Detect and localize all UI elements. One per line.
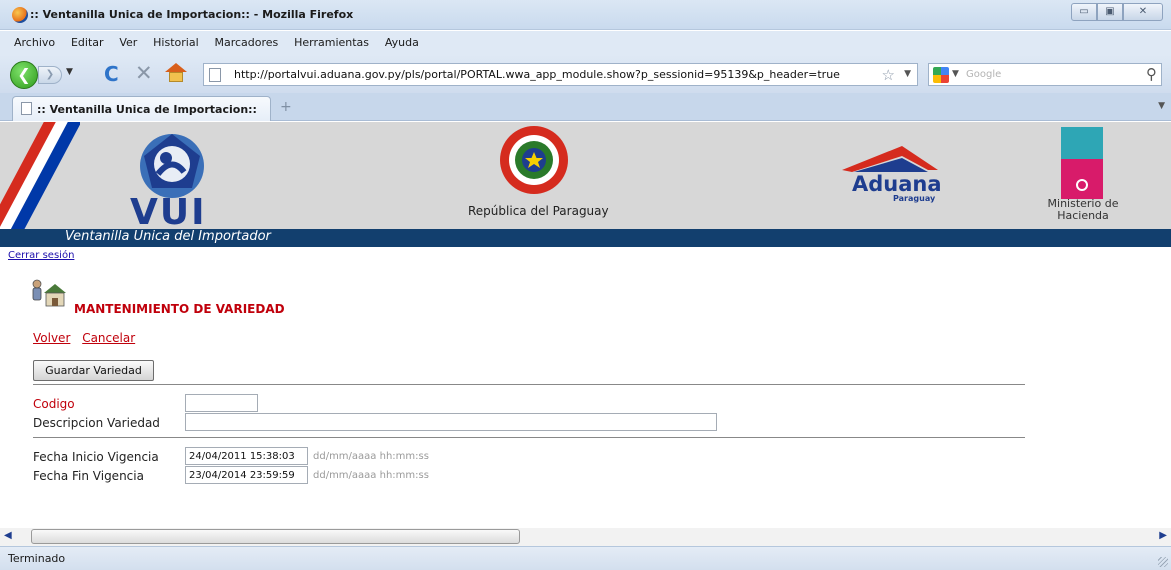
- vui-text: VUI: [130, 192, 207, 233]
- bookmark-star-icon[interactable]: ☆: [882, 66, 895, 84]
- users-house-icon: [32, 279, 66, 307]
- menu-historial[interactable]: Historial: [147, 31, 204, 49]
- maximize-button[interactable]: ▣: [1097, 3, 1123, 21]
- tab-title[interactable]: :: Ventanilla Unica de Importacion::: [37, 103, 257, 116]
- minimize-button[interactable]: ▭: [1071, 3, 1097, 21]
- tab-page-icon: [21, 102, 32, 115]
- flag-stripe: [0, 122, 80, 229]
- fecha-fin-input[interactable]: [185, 466, 308, 484]
- history-dropdown-icon[interactable]: ▼: [66, 67, 73, 77]
- menu-ver[interactable]: Ver: [113, 31, 143, 49]
- ministerio-logo-icon: [1061, 127, 1103, 199]
- address-bar[interactable]: http://portalvui.aduana.gov.py/pls/porta…: [203, 63, 918, 86]
- codigo-label: Codigo: [33, 397, 75, 411]
- republica-text: República del Paraguay: [468, 204, 609, 218]
- fecha-inicio-label: Fecha Inicio Vigencia: [33, 450, 159, 464]
- window-titlebar: :: Ventanilla Unica de Importacion:: - M…: [0, 0, 1171, 30]
- menu-editar[interactable]: Editar: [65, 31, 110, 49]
- tab-active[interactable]: :: Ventanilla Unica de Importacion::: [12, 96, 271, 121]
- horizontal-scrollbar[interactable]: ◀ ▶: [0, 528, 1171, 546]
- divider: [33, 437, 1025, 438]
- cancelar-link[interactable]: Cancelar: [82, 331, 135, 345]
- stop-icon[interactable]: ✕: [135, 61, 153, 85]
- aduana-paraguay-text: Paraguay: [893, 194, 936, 203]
- status-text: Terminado: [8, 552, 66, 565]
- action-links: Volver Cancelar: [33, 331, 143, 345]
- page-icon: [209, 68, 221, 82]
- menu-bar: Archivo Editar Ver Historial Marcadores …: [0, 31, 1171, 55]
- navigation-toolbar: ❮ ❯ ▼ C ✕ http://portalvui.aduana.gov.py…: [0, 55, 1171, 93]
- window-title: :: Ventanilla Unica de Importacion:: - M…: [30, 8, 354, 21]
- volver-link[interactable]: Volver: [33, 331, 70, 345]
- menu-archivo[interactable]: Archivo: [0, 31, 61, 49]
- status-bar: Terminado: [0, 546, 1171, 570]
- menu-ayuda[interactable]: Ayuda: [379, 31, 425, 49]
- scroll-left-icon[interactable]: ◀: [4, 530, 12, 541]
- divider: [33, 384, 1025, 385]
- national-seal-icon: [500, 126, 568, 194]
- fecha-fin-label: Fecha Fin Vigencia: [33, 469, 144, 483]
- scroll-right-icon[interactable]: ▶: [1159, 530, 1167, 541]
- address-url[interactable]: http://portalvui.aduana.gov.py/pls/porta…: [234, 68, 840, 81]
- fecha-inicio-format-hint: dd/mm/aaaa hh:mm:ss: [313, 451, 429, 462]
- fecha-inicio-input[interactable]: [185, 447, 308, 465]
- tab-list-icon[interactable]: ▼: [1158, 101, 1165, 111]
- sub-banner: Ventanilla Unica del Importador: [0, 229, 1171, 247]
- descripcion-input[interactable]: [185, 413, 717, 431]
- search-engine-dropdown-icon[interactable]: ▼: [952, 69, 959, 79]
- forward-button[interactable]: ❯: [38, 66, 62, 84]
- home-icon[interactable]: [165, 63, 187, 83]
- codigo-input[interactable]: [185, 394, 258, 412]
- resize-grip-icon[interactable]: [1158, 557, 1168, 567]
- firefox-icon: [12, 7, 28, 23]
- window-controls: ▭ ▣ ✕: [1071, 3, 1163, 21]
- search-placeholder[interactable]: Google: [966, 69, 1001, 80]
- reload-icon[interactable]: C: [104, 62, 119, 86]
- fecha-fin-format-hint: dd/mm/aaaa hh:mm:ss: [313, 470, 429, 481]
- menu-marcadores[interactable]: Marcadores: [208, 31, 284, 49]
- url-dropdown-icon[interactable]: ▼: [904, 69, 911, 79]
- banner-subtitle: Ventanilla Unica del Importador: [65, 229, 271, 244]
- search-bar[interactable]: ▼ Google ⚲: [928, 63, 1162, 86]
- descripcion-label: Descripcion Variedad: [33, 416, 160, 430]
- logout-link[interactable]: Cerrar sesión: [8, 250, 74, 261]
- menu-herramientas[interactable]: Herramientas: [288, 31, 375, 49]
- close-button[interactable]: ✕: [1123, 3, 1163, 21]
- aduana-text: Aduana: [852, 172, 942, 196]
- new-tab-icon[interactable]: +: [280, 99, 292, 115]
- site-banner: VUI República del Paraguay Aduana Paragu…: [0, 122, 1171, 233]
- search-icon[interactable]: ⚲: [1146, 65, 1157, 83]
- scrollbar-thumb[interactable]: [31, 529, 520, 544]
- google-engine-icon[interactable]: [933, 67, 949, 83]
- tab-bar: :: Ventanilla Unica de Importacion:: + ▼: [0, 93, 1171, 121]
- ministerio-text: Ministerio de Hacienda: [1047, 197, 1119, 222]
- page-title: MANTENIMIENTO DE VARIEDAD: [74, 302, 285, 316]
- guardar-variedad-button[interactable]: Guardar Variedad: [33, 360, 154, 381]
- back-button[interactable]: ❮: [10, 61, 38, 89]
